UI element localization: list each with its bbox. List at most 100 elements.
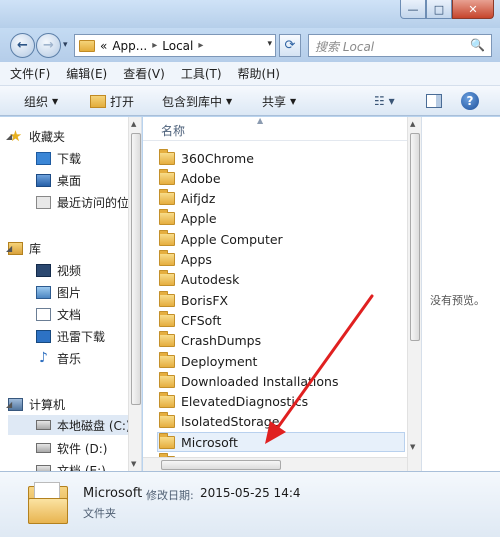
search-input[interactable]: 搜索 Local 🔍 — [308, 34, 492, 57]
scroll-down-icon[interactable]: ▼ — [131, 460, 136, 468]
menu-help[interactable]: 帮助(H) — [238, 65, 280, 82]
scroll-up-icon[interactable]: ▲ — [131, 120, 136, 128]
nav-item-drive-c[interactable]: 本地磁盘 (C:) — [8, 415, 131, 435]
expanded-icon[interactable]: ◢ — [6, 132, 12, 141]
nav-libraries[interactable]: ◢ 库 — [6, 238, 41, 258]
file-row[interactable]: CrashDumps — [159, 331, 407, 351]
nav-computer[interactable]: ◢ 计算机 — [6, 394, 66, 414]
refresh-icon: ⟳ — [284, 38, 296, 53]
breadcrumb-overflow[interactable]: « — [100, 39, 107, 53]
file-row-name: Microsoft — [181, 434, 238, 450]
file-row[interactable]: CFSoft — [159, 310, 407, 330]
expanded-icon[interactable]: ◢ — [6, 400, 12, 409]
nav-item-label: 迅雷下载 — [57, 329, 106, 344]
folder-icon — [159, 351, 175, 368]
file-row[interactable]: Adobe — [159, 168, 407, 188]
file-row[interactable]: Autodesk — [159, 270, 407, 290]
help-icon[interactable]: ? — [461, 92, 479, 110]
expanded-icon[interactable]: ◢ — [6, 244, 12, 253]
menu-file[interactable]: 文件(F) — [10, 65, 50, 82]
folder-icon — [159, 168, 175, 185]
column-header-name[interactable]: 名称 ▲ — [143, 117, 407, 141]
nav-item-videos[interactable]: 视频 — [36, 260, 81, 280]
nav-computer-label: 计算机 — [29, 397, 66, 412]
organize-label: 组织 — [24, 95, 49, 109]
refresh-button[interactable]: ⟳ — [279, 34, 301, 57]
back-button[interactable]: ← — [10, 33, 35, 58]
large-folder-icon — [28, 482, 68, 524]
nav-item-pictures[interactable]: 图片 — [36, 282, 81, 302]
minimize-button[interactable]: — — [400, 0, 426, 19]
organize-button[interactable]: 组织 ▼ — [24, 93, 58, 110]
file-row[interactable]: IsolatedStorage — [159, 412, 407, 432]
file-row[interactable]: Deployment — [159, 351, 407, 371]
breadcrumb-local[interactable]: Local — [162, 39, 193, 53]
search-icon[interactable]: 🔍 — [470, 38, 485, 52]
document-icon — [36, 307, 51, 321]
forward-button[interactable]: → — [36, 33, 61, 58]
scroll-down-icon[interactable]: ▼ — [410, 443, 415, 451]
scroll-thumb[interactable] — [161, 460, 281, 470]
window-controls: — □ ✕ — [400, 0, 494, 19]
nav-item-drive-d[interactable]: 软件 (D:) — [36, 438, 107, 458]
file-row-name: IsolatedStorage — [181, 414, 280, 430]
file-row[interactable]: ElevatedDiagnostics — [159, 392, 407, 412]
folder-icon — [79, 39, 95, 52]
file-row[interactable]: Aifjdz — [159, 189, 407, 209]
music-note-icon: ♪ — [39, 350, 48, 366]
menu-edit[interactable]: 编辑(E) — [66, 65, 107, 82]
open-label: 打开 — [110, 95, 135, 109]
scroll-thumb[interactable] — [131, 133, 141, 405]
nav-scrollbar[interactable]: ▲ ▼ — [128, 117, 141, 471]
nav-item-documents[interactable]: 文档 — [36, 304, 81, 324]
nav-item-desktop[interactable]: 桌面 — [36, 170, 81, 190]
include-in-library-button[interactable]: 包含到库中 ▼ — [162, 93, 232, 110]
scroll-up-icon[interactable]: ▲ — [410, 120, 415, 128]
back-arrow-icon: ← — [17, 38, 28, 53]
breadcrumb-separator-icon[interactable]: ▸ — [152, 40, 157, 51]
nav-favorites[interactable]: ◢ ★ 收藏夹 — [6, 126, 66, 146]
open-button[interactable]: 打开 — [90, 93, 134, 110]
hard-drive-icon — [36, 420, 51, 430]
file-list-horizontal-scrollbar[interactable] — [143, 457, 407, 471]
change-view-icon[interactable]: ☷ ▾ — [374, 94, 395, 108]
nav-item-label: 图片 — [57, 285, 82, 300]
nav-favorites-label: 收藏夹 — [29, 129, 66, 144]
folder-icon — [159, 310, 175, 327]
file-row[interactable]: BorisFX — [159, 290, 407, 310]
nav-item-recent-places[interactable]: 最近访问的位置 — [36, 192, 141, 212]
file-row[interactable]: Microsoft — [157, 432, 405, 453]
details-item-type: 文件夹 — [83, 507, 116, 520]
file-row-name: Aifjdz — [181, 191, 216, 207]
file-row[interactable]: Apps — [159, 250, 407, 270]
nav-item-downloads[interactable]: 下载 — [36, 148, 81, 168]
file-row[interactable]: 360Chrome — [159, 148, 407, 168]
menu-view[interactable]: 查看(V) — [123, 65, 165, 82]
folder-icon — [159, 229, 175, 246]
share-button[interactable]: 共享 ▼ — [262, 93, 296, 110]
file-row[interactable]: Downloaded Installations — [159, 371, 407, 391]
close-button[interactable]: ✕ — [452, 0, 494, 19]
folder-icon — [159, 270, 175, 287]
file-row[interactable]: Apple — [159, 209, 407, 229]
folder-icon — [159, 189, 175, 206]
address-bar[interactable]: « App... ▸ Local ▸ ▾ — [74, 34, 276, 57]
nav-item-thunder-downloads[interactable]: 迅雷下载 — [36, 326, 105, 346]
menu-tools[interactable]: 工具(T) — [181, 65, 222, 82]
breadcrumb-separator-icon[interactable]: ▸ — [198, 40, 203, 51]
nav-item-music[interactable]: ♪ 音乐 — [36, 348, 81, 368]
preview-pane-icon[interactable] — [426, 94, 442, 108]
nav-item-label: 文档 — [57, 307, 82, 322]
breadcrumb-appdata[interactable]: App... — [112, 39, 147, 53]
maximize-button[interactable]: □ — [426, 0, 452, 19]
nav-item-drive-e[interactable]: 文档 (E:) — [36, 460, 106, 471]
scroll-thumb[interactable] — [410, 133, 420, 341]
nav-item-label: 文档 (E:) — [57, 463, 106, 472]
folder-icon — [159, 250, 175, 266]
address-dropdown-icon[interactable]: ▾ — [267, 39, 272, 49]
file-row-name: Adobe — [181, 170, 221, 186]
file-row[interactable]: Apple Computer — [159, 229, 407, 249]
file-list-vertical-scrollbar[interactable]: ▲ ▼ — [407, 117, 421, 471]
desktop-icon — [36, 173, 51, 187]
recent-pages-dropdown[interactable]: ▾ — [63, 40, 68, 50]
